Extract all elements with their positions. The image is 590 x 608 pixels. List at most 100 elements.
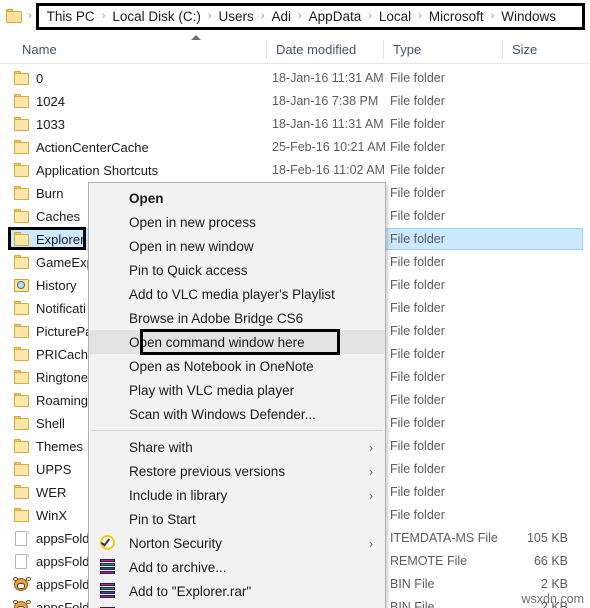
file-name[interactable]: UPPS — [14, 458, 71, 481]
file-name[interactable]: GameExp — [14, 251, 94, 274]
menu-item-label: Restore previous versions — [129, 463, 286, 479]
breadcrumb[interactable]: This PC › Local Disk (C:) › Users › Adi › AppDat… — [35, 2, 585, 30]
menu-item-restore-previous-versions[interactable]: Restore previous versions › — [89, 459, 385, 483]
menu-item-add-to-explorer-rar[interactable]: Add to "Explorer.rar" — [89, 579, 385, 603]
file-type: File folder — [390, 71, 445, 85]
breadcrumb-separator: › — [207, 10, 212, 22]
menu-item-icon-empty — [99, 285, 118, 303]
menu-item-include-in-library[interactable]: Include in library › — [89, 483, 385, 507]
file-name[interactable]: PRICache — [14, 343, 95, 366]
file-type: BIN File — [390, 600, 435, 608]
menu-item-compress-and-email[interactable]: Compress and email... — [89, 603, 385, 608]
file-name[interactable]: WER — [14, 481, 66, 504]
context-menu[interactable]: Open Open in new process Open in new windo… — [88, 182, 386, 608]
menu-item-norton-security[interactable]: Norton Security › — [89, 531, 385, 555]
file-name[interactable]: Application Shortcuts — [14, 159, 158, 182]
breadcrumb-item-local-disk-c[interactable]: Local Disk (C:) — [110, 9, 203, 24]
file-type: File folder — [390, 232, 445, 246]
menu-item-label: Add to "Explorer.rar" — [129, 583, 252, 599]
menu-item-open-in-new-window[interactable]: Open in new window — [89, 234, 385, 258]
column-header-size[interactable]: Size — [504, 36, 537, 63]
file-name[interactable]: 1033 — [14, 113, 65, 136]
table-row[interactable]: ActionCenterCache 25-Feb-16 10:21 AM File … — [0, 136, 590, 159]
file-name[interactable]: WinX — [14, 504, 67, 527]
column-divider-2[interactable] — [383, 40, 384, 59]
table-row[interactable]: 1033 18-Jan-16 11:31 AM File folder — [0, 113, 590, 136]
column-header-type[interactable]: Type — [385, 36, 421, 63]
breadcrumb-item-appdata[interactable]: AppData — [307, 9, 364, 24]
file-name[interactable]: appsFold — [14, 596, 89, 608]
file-name[interactable]: Explorer — [14, 228, 84, 251]
menu-item-label: Play with VLC media player — [129, 382, 295, 398]
column-divider-3[interactable] — [502, 40, 503, 59]
file-name[interactable]: Themes — [14, 435, 83, 458]
file-name[interactable]: Burn — [14, 182, 63, 205]
address-bar[interactable]: › This PC › Local Disk (C:) › Users › Adi › AppD… — [0, 0, 590, 32]
menu-item-open-as-notebook-in-onenote[interactable]: Open as Notebook in OneNote — [89, 354, 385, 378]
column-headers: Name Date modified Type Size — [0, 36, 590, 63]
file-name[interactable]: History — [14, 274, 76, 297]
file-type: File folder — [390, 117, 445, 131]
breadcrumb-item-windows[interactable]: Windows — [499, 9, 558, 24]
file-type: File folder — [390, 94, 445, 108]
breadcrumb-separator: › — [418, 10, 422, 22]
table-row[interactable]: 0 18-Jan-16 11:31 AM File folder — [0, 67, 590, 90]
norton-icon — [99, 534, 118, 552]
menu-item-share-with[interactable]: Share with › — [89, 435, 385, 459]
menu-item-open-in-new-process[interactable]: Open in new process — [89, 210, 385, 234]
menu-item-add-to-archive[interactable]: Add to archive... — [89, 555, 385, 579]
menu-item-icon-empty — [99, 462, 118, 480]
menu-separator — [91, 430, 383, 431]
menu-item-icon-empty — [99, 237, 118, 255]
file-type: File folder — [390, 508, 445, 522]
breadcrumb-item-local[interactable]: Local — [377, 9, 413, 24]
menu-item-add-to-vlc-media-player-s-playlist[interactable]: Add to VLC media player's Playlist — [89, 282, 385, 306]
menu-item-label: Open in new window — [129, 238, 254, 254]
file-name[interactable]: Shell — [14, 412, 65, 435]
file-date-modified: 18-Jan-16 11:31 AM — [272, 117, 384, 131]
file-name[interactable]: ActionCenterCache — [14, 136, 149, 159]
file-type: File folder — [390, 370, 445, 384]
menu-item-label: Share with — [129, 439, 193, 455]
file-name[interactable]: 0 — [14, 67, 43, 90]
table-row[interactable]: Application Shortcuts 18-Feb-16 11:02 AM F… — [0, 159, 590, 182]
file-name[interactable]: 1024 — [14, 90, 65, 113]
column-header-date-modified[interactable]: Date modified — [268, 36, 356, 63]
menu-item-open[interactable]: Open — [89, 186, 385, 210]
file-type: File folder — [390, 140, 445, 154]
winrar-icon — [99, 582, 118, 600]
file-name[interactable]: appsFold — [14, 573, 89, 596]
menu-item-label: Add to VLC media player's Playlist — [129, 286, 335, 302]
menu-item-label: Scan with Windows Defender... — [129, 406, 316, 422]
file-name[interactable]: PicturePa — [14, 320, 92, 343]
breadcrumb-item-adi[interactable]: Adi — [269, 9, 293, 24]
breadcrumb-item-microsoft[interactable]: Microsoft — [427, 9, 486, 24]
menu-item-scan-with-windows-defender[interactable]: Scan with Windows Defender... — [89, 402, 385, 426]
breadcrumb-item-users[interactable]: Users — [217, 9, 256, 24]
column-header-name[interactable]: Name — [14, 36, 57, 63]
file-name[interactable]: appsFold — [14, 527, 89, 550]
file-name[interactable]: Caches — [14, 205, 80, 228]
breadcrumb-item-this-pc[interactable]: This PC — [45, 9, 97, 24]
file-type: File folder — [390, 278, 445, 292]
file-date-modified: 18-Jan-16 11:31 AM — [272, 71, 384, 85]
menu-item-label: Pin to Start — [129, 511, 196, 527]
file-name[interactable]: Roaming — [14, 389, 88, 412]
menu-item-icon-empty — [99, 438, 118, 456]
folder-icon — [6, 9, 23, 23]
watermark: wsxdn.com — [521, 592, 584, 606]
file-name[interactable]: Notificati — [14, 297, 86, 320]
menu-item-icon-empty — [99, 261, 118, 279]
file-type: File folder — [390, 301, 445, 315]
menu-item-open-command-window-here[interactable]: Open command window here — [89, 330, 385, 354]
chevron-right-icon[interactable]: › — [28, 10, 32, 22]
menu-item-label: Include in library — [129, 487, 228, 503]
menu-item-pin-to-quick-access[interactable]: Pin to Quick access — [89, 258, 385, 282]
menu-item-play-with-vlc-media-player[interactable]: Play with VLC media player — [89, 378, 385, 402]
menu-item-browse-in-adobe-bridge-cs6[interactable]: Browse in Adobe Bridge CS6 — [89, 306, 385, 330]
file-name[interactable]: Ringtone — [14, 366, 88, 389]
menu-item-pin-to-start[interactable]: Pin to Start — [89, 507, 385, 531]
table-row[interactable]: 1024 18-Jan-16 7:38 PM File folder — [0, 90, 590, 113]
file-name[interactable]: appsFold — [14, 550, 89, 573]
column-divider-1[interactable] — [266, 40, 267, 59]
